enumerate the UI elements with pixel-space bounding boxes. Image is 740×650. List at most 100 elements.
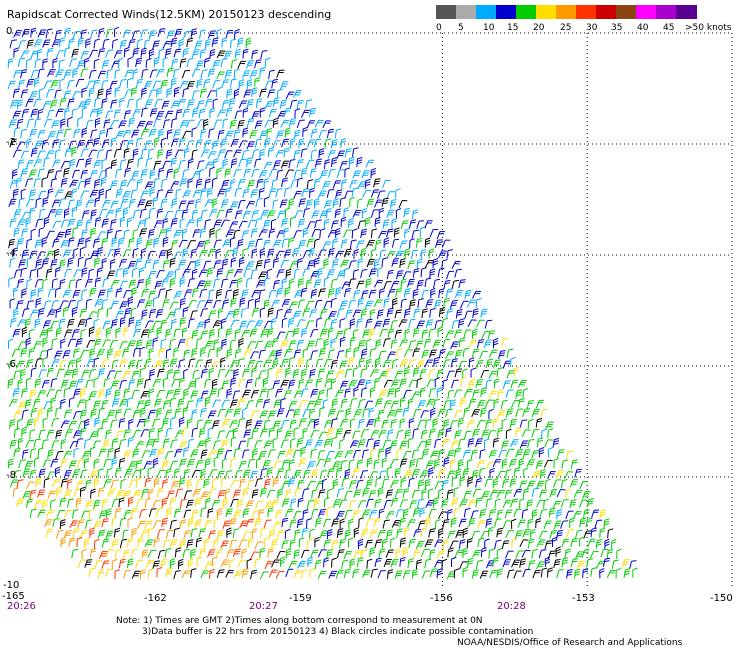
barb-staff (348, 300, 352, 309)
barb-feather (56, 307, 62, 311)
barb-feather (14, 127, 21, 130)
barb-staff (198, 269, 203, 278)
wind-barb (263, 177, 269, 189)
barb-staff (273, 98, 276, 107)
wind-barb (259, 88, 267, 98)
barb-feather (24, 308, 30, 310)
barb-feather (153, 242, 159, 245)
barb-feather (243, 48, 249, 51)
barb-staff (331, 221, 335, 230)
barb-feather (277, 308, 283, 311)
barb-feather (234, 308, 240, 311)
barb-staff (386, 251, 392, 259)
wind-barb (18, 40, 27, 49)
barb-feather (378, 309, 384, 312)
wind-barb (126, 217, 133, 228)
barb-staff (12, 149, 17, 158)
barb-staff (475, 299, 478, 308)
barb-feather (430, 290, 436, 294)
barb-staff (313, 240, 316, 249)
barb-feather (418, 279, 424, 282)
barb-feather (149, 228, 155, 231)
barb-feather (209, 53, 216, 57)
barb-feather (17, 242, 23, 245)
wind-barb (203, 280, 212, 289)
wind-barb (246, 200, 256, 209)
barb-staff (249, 70, 254, 79)
barb-staff (124, 169, 127, 178)
wind-barb (165, 189, 174, 198)
barb-staff (339, 198, 342, 207)
wind-barb (293, 89, 303, 98)
wind-barb (59, 278, 66, 289)
wind-barb (208, 128, 215, 138)
barb-feather (197, 141, 203, 144)
barb-staff (17, 160, 20, 169)
wind-barb (309, 107, 317, 118)
barb-feather (69, 100, 75, 103)
barb-feather (332, 263, 339, 266)
barb-staff (187, 300, 193, 309)
wind-barb (251, 149, 260, 159)
wind-barb (229, 38, 237, 49)
wind-barb (12, 188, 19, 199)
barb-feather (332, 157, 338, 160)
barb-feather (21, 267, 27, 270)
wind-barb (263, 161, 273, 170)
barb-feather (335, 232, 341, 236)
barb-staff (170, 119, 173, 128)
wind-barb (128, 117, 136, 128)
barb-staff (310, 271, 315, 279)
wind-barb (154, 137, 160, 148)
barb-feather (465, 294, 471, 297)
wind-barb (364, 178, 371, 189)
barb-feather (36, 261, 42, 264)
barb-staff (96, 109, 99, 118)
barb-feather (197, 64, 203, 67)
barb-feather (154, 259, 160, 262)
barb-staff (314, 179, 316, 188)
barb-staff (224, 150, 228, 159)
barb-staff (128, 40, 131, 49)
barb-staff (148, 310, 152, 319)
barb-feather (98, 88, 104, 91)
barb-feather (333, 238, 339, 241)
wind-barb (12, 286, 19, 297)
barb-staff (45, 150, 50, 159)
wind-barb (12, 168, 18, 180)
barb-feather (299, 220, 305, 223)
barb-staff (383, 299, 386, 308)
barb-feather (139, 279, 145, 281)
wind-barb (356, 280, 365, 289)
barb-feather (240, 297, 246, 300)
barb-feather (191, 248, 198, 251)
barb-feather (362, 269, 368, 271)
wind-barb (241, 289, 249, 299)
barb-feather (413, 288, 419, 292)
barb-staff (113, 249, 116, 258)
barb-feather (130, 179, 136, 181)
barb-feather (297, 177, 304, 180)
barb-staff (361, 291, 364, 300)
barb-feather (235, 229, 241, 232)
barb-staff (284, 169, 290, 178)
barb-staff (301, 189, 305, 197)
wind-barb (251, 307, 260, 317)
barb-feather (231, 302, 237, 305)
barb-staff (245, 279, 248, 288)
barb-staff (249, 130, 253, 139)
barb-staff (105, 150, 108, 159)
wind-barb (88, 268, 95, 279)
wind-barb (437, 250, 447, 259)
wind-barb (412, 268, 420, 278)
wind-barb (357, 198, 363, 209)
barb-feather (13, 193, 19, 196)
barb-feather (331, 159, 337, 162)
barb-staff (199, 50, 202, 59)
barb-staff (106, 309, 108, 318)
barb-feather (117, 288, 123, 291)
barb-staff (417, 299, 420, 308)
barb-feather (106, 92, 112, 95)
wind-barb (71, 108, 78, 119)
barb-feather (129, 98, 135, 101)
